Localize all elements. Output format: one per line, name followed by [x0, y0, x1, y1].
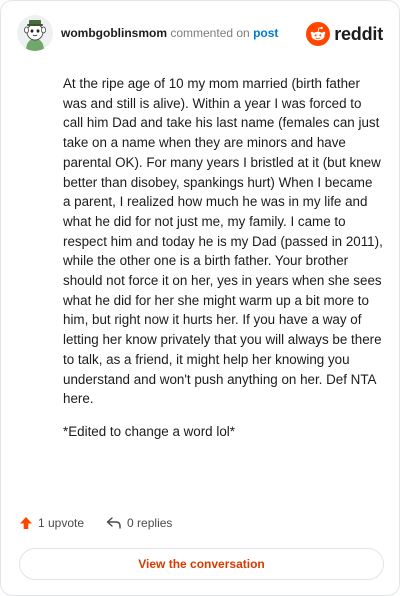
replies-button[interactable]: 0 replies [106, 516, 172, 530]
comment-paragraph: At the ripe age of 10 my mom married (bi… [63, 76, 383, 407]
view-conversation-button[interactable]: View the conversation [19, 548, 384, 580]
upvote-arrow-icon [20, 517, 32, 529]
comment-paragraph: *Edited to change a word lol* [63, 423, 235, 439]
reddit-wordmark: reddit [334, 23, 383, 44]
reddit-logo-icon [306, 22, 331, 46]
reply-arrow-icon [106, 517, 121, 529]
reddit-brand[interactable]: reddit [306, 21, 383, 47]
comment-header: wombgoblinsmom commented on post reddit [17, 15, 383, 55]
comment-card: wombgoblinsmom commented on post reddit … [0, 0, 400, 596]
avatar[interactable] [17, 15, 53, 51]
comment-footer: 1 upvote 0 replies [19, 513, 194, 533]
action-text: commented on [170, 26, 250, 40]
post-link[interactable]: post [253, 26, 278, 40]
upvote-button[interactable]: 1 upvote [19, 516, 84, 530]
byline: wombgoblinsmom commented on post [61, 26, 278, 40]
upvote-count: 1 upvote [38, 516, 85, 530]
avatar-icon [17, 15, 53, 51]
comment-body: At the ripe age of 10 my mom married (bi… [63, 74, 383, 455]
username[interactable]: wombgoblinsmom [61, 26, 167, 40]
replies-count: 0 replies [127, 516, 173, 530]
